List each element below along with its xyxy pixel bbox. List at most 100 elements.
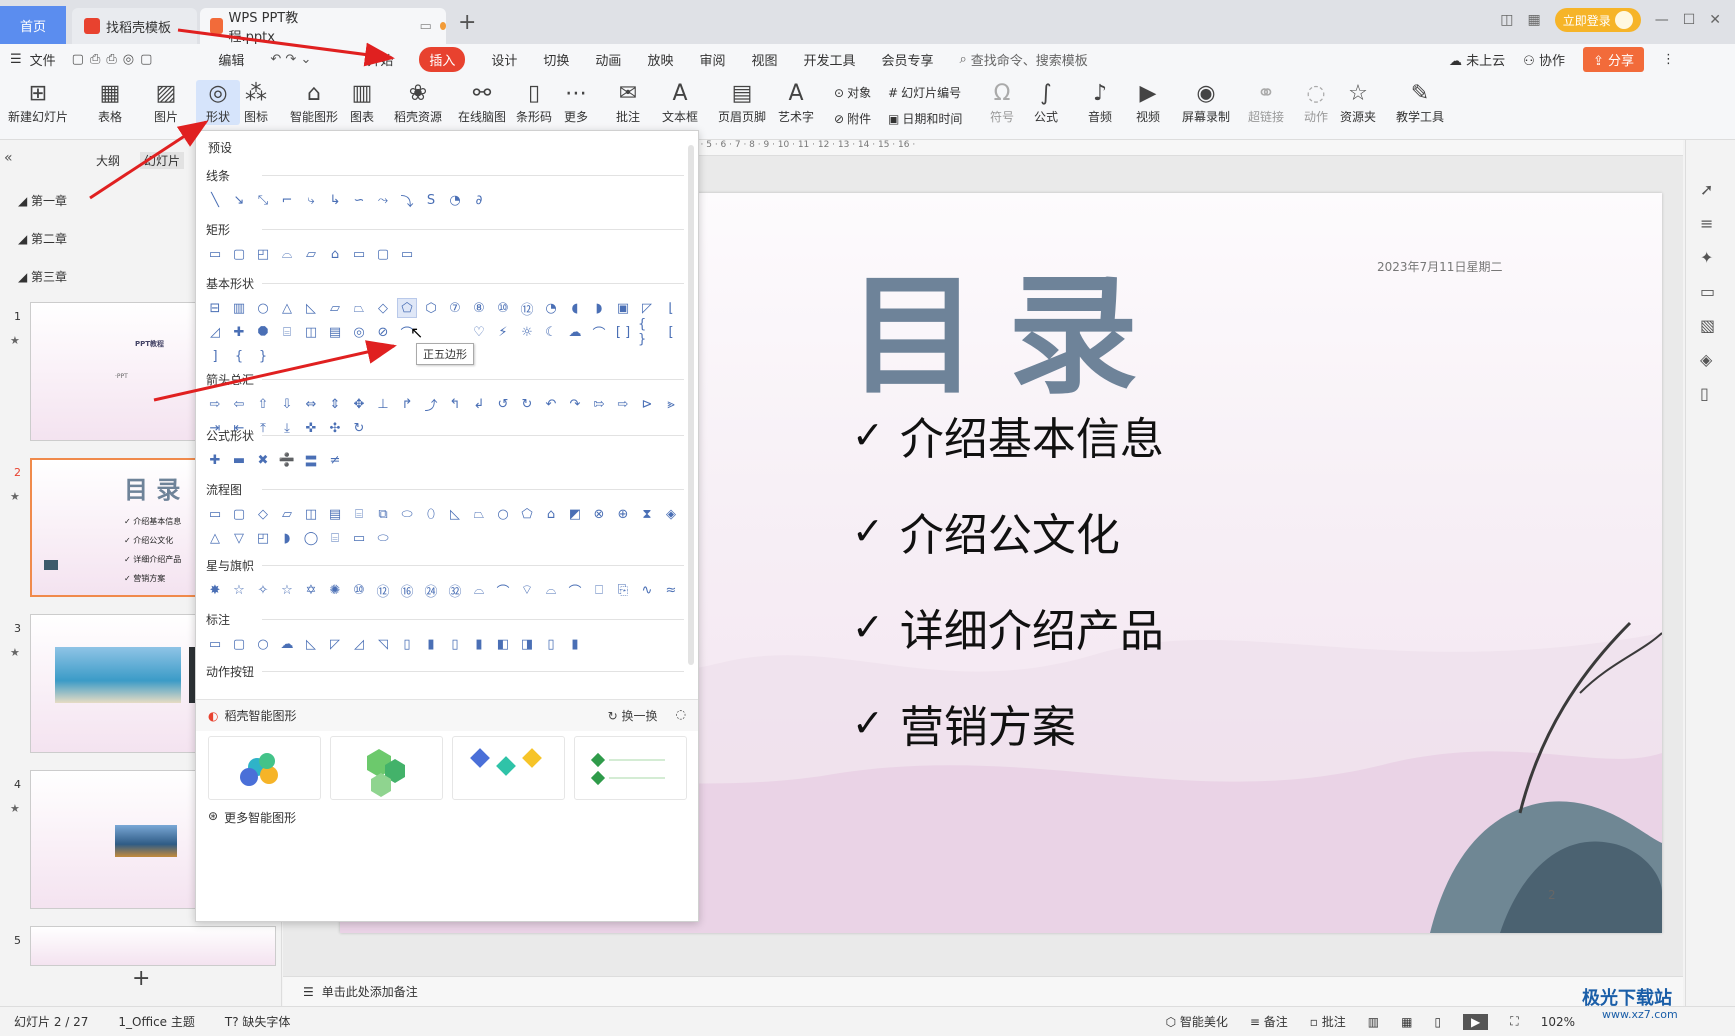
slide-number-button[interactable]: # 幻灯片编号: [888, 84, 961, 101]
smartart-button[interactable]: ⌂ 智能图形: [290, 80, 338, 125]
shape-item[interactable]: ⌊: [662, 299, 680, 317]
shape-item[interactable]: ∽: [350, 191, 368, 209]
shape-item[interactable]: ㉔: [422, 581, 440, 600]
resource-folder-button[interactable]: ☆ 资源夹: [1340, 80, 1376, 125]
shape-item[interactable]: ⌂: [326, 245, 344, 263]
shape-item[interactable]: ㉜: [446, 581, 464, 600]
shape-item[interactable]: ↱: [398, 395, 416, 413]
shape-item[interactable]: ▽: [230, 529, 248, 547]
shape-item[interactable]: ⇨: [614, 395, 632, 413]
shape-item[interactable]: ⊟: [206, 299, 224, 317]
shape-item[interactable]: { }: [638, 317, 656, 347]
menu-view[interactable]: 视图: [751, 50, 777, 69]
shape-item[interactable]: ⌒: [494, 581, 512, 600]
tab-document[interactable]: WPS PPT教程.pptx ▭: [200, 8, 446, 45]
shape-button[interactable]: ◎ 形状: [196, 80, 240, 125]
shape-item[interactable]: ⌓: [470, 581, 488, 599]
shape-item[interactable]: ⇦: [230, 395, 248, 413]
shape-item[interactable]: ⇧: [254, 395, 272, 413]
shape-item[interactable]: ↻: [518, 395, 536, 413]
shape-item[interactable]: ▢: [230, 505, 248, 523]
menu-edit[interactable]: 编辑: [218, 50, 244, 69]
tab-home[interactable]: 首页: [0, 6, 66, 44]
shape-item[interactable]: ⪢: [662, 395, 680, 413]
shape-item[interactable]: ◫: [302, 323, 320, 341]
shape-item[interactable]: ▭: [206, 505, 224, 523]
shape-item[interactable]: ○: [254, 299, 272, 317]
hamburger-icon[interactable]: ☰: [10, 52, 22, 67]
shape-item[interactable]: ▱: [302, 245, 320, 263]
shape-item[interactable]: ◰: [254, 529, 272, 547]
slide-bullet[interactable]: ✓ 详细介绍产品: [852, 595, 1164, 659]
tab-slides[interactable]: 幻灯片: [140, 152, 185, 169]
comment-button[interactable]: ✉ 批注: [616, 80, 640, 125]
shape-item[interactable]: ◩: [566, 505, 584, 523]
collab-button[interactable]: ⚇ 协作: [1523, 50, 1565, 69]
shape-item[interactable]: ◗: [278, 529, 296, 547]
chapter-item[interactable]: ◢ 第三章: [18, 268, 67, 285]
zoom-level[interactable]: 102%: [1541, 1015, 1575, 1029]
mindmap-button[interactable]: ⚯ 在线脑图: [458, 80, 506, 125]
shape-item[interactable]: ✸: [206, 581, 224, 599]
barcode-button[interactable]: ▯ 条形码: [516, 80, 552, 125]
shape-item[interactable]: ▱: [278, 505, 296, 523]
shape-item[interactable]: [: [662, 323, 680, 341]
shape-item[interactable]: }: [254, 347, 272, 365]
shape-item[interactable]: ⇕: [326, 395, 344, 413]
comments-toggle[interactable]: ▫ 批注: [1310, 1013, 1346, 1030]
menu-transition[interactable]: 切换: [543, 50, 569, 69]
menu-member[interactable]: 会员专享: [882, 50, 934, 69]
chapter-item[interactable]: ◢ 第一章: [18, 192, 67, 209]
shape-item[interactable]: ◸: [326, 635, 344, 653]
shape-item[interactable]: ⑩: [494, 299, 512, 317]
book-icon[interactable]: ▯: [1700, 384, 1709, 403]
shape-item[interactable]: ☁: [278, 635, 296, 653]
shape-item[interactable]: ◈: [662, 505, 680, 523]
quick-access-icons[interactable]: ▢⎙⎙◎▢: [72, 52, 159, 67]
more-button[interactable]: ⋯ 更多: [564, 80, 588, 125]
tab-outline[interactable]: 大纲: [96, 152, 120, 169]
shape-item[interactable]: ○: [254, 635, 272, 653]
icon-button[interactable]: ⁂ 图标: [244, 80, 268, 125]
shape-item[interactable]: ▭: [206, 635, 224, 653]
shape-item[interactable]: ◯: [302, 529, 320, 547]
shape-item[interactable]: ⌒: [566, 581, 584, 600]
shape-item[interactable]: ✖: [254, 451, 272, 469]
shape-item[interactable]: ↘: [230, 191, 248, 209]
play-icon[interactable]: ▶: [1463, 1013, 1489, 1030]
shape-item[interactable]: ☁: [566, 323, 584, 341]
shape-item[interactable]: ➗: [278, 451, 296, 469]
action-button[interactable]: ◌ 动作: [1304, 80, 1328, 125]
slide-title[interactable]: 目录: [848, 231, 1168, 419]
shape-item[interactable]: ⬯: [422, 505, 440, 523]
shape-item[interactable]: ⑯: [398, 581, 416, 600]
shape-item[interactable]: ⎘: [614, 581, 632, 599]
smart-graphic-card[interactable]: [574, 736, 687, 800]
table-button[interactable]: ▦ 表格: [98, 80, 122, 125]
shape-item[interactable]: ▢: [374, 245, 392, 263]
shape-item[interactable]: {: [230, 347, 248, 365]
notes-toggle[interactable]: ≡ 备注: [1250, 1013, 1288, 1030]
shape-item[interactable]: ⌒: [590, 323, 608, 342]
shape-item[interactable]: ⑦: [446, 299, 464, 317]
slide-bullet[interactable]: ✓ 营销方案: [852, 691, 1076, 755]
menu-start[interactable]: 开始: [367, 50, 393, 69]
shape-item[interactable]: ◔: [446, 191, 464, 209]
shape-item[interactable]: [ ]: [614, 323, 632, 341]
daoke-resource-button[interactable]: ❀ 稻壳资源: [394, 80, 442, 125]
symbol-button[interactable]: Ω 符号: [990, 80, 1014, 125]
attachment-button[interactable]: ⊘ 附件: [834, 110, 871, 127]
shape-item[interactable]: ◰: [254, 245, 272, 263]
shape-item[interactable]: ⊗: [590, 505, 608, 523]
shape-item[interactable]: ☼: [518, 323, 536, 341]
shape-item[interactable]: ▯: [446, 635, 464, 653]
minimize-icon[interactable]: —: [1655, 12, 1669, 28]
shape-item[interactable]: ✺: [326, 581, 344, 599]
shape-item[interactable]: ⑫: [374, 581, 392, 600]
notes-area[interactable]: ☰ 单击此处添加备注: [283, 976, 1683, 1006]
shape-item[interactable]: ◎: [350, 323, 368, 341]
new-tab-icon[interactable]: +: [458, 10, 476, 35]
shape-item[interactable]: ▢: [230, 245, 248, 263]
shape-item[interactable]: ↷: [566, 395, 584, 413]
shape-item[interactable]: ≈: [662, 581, 680, 599]
